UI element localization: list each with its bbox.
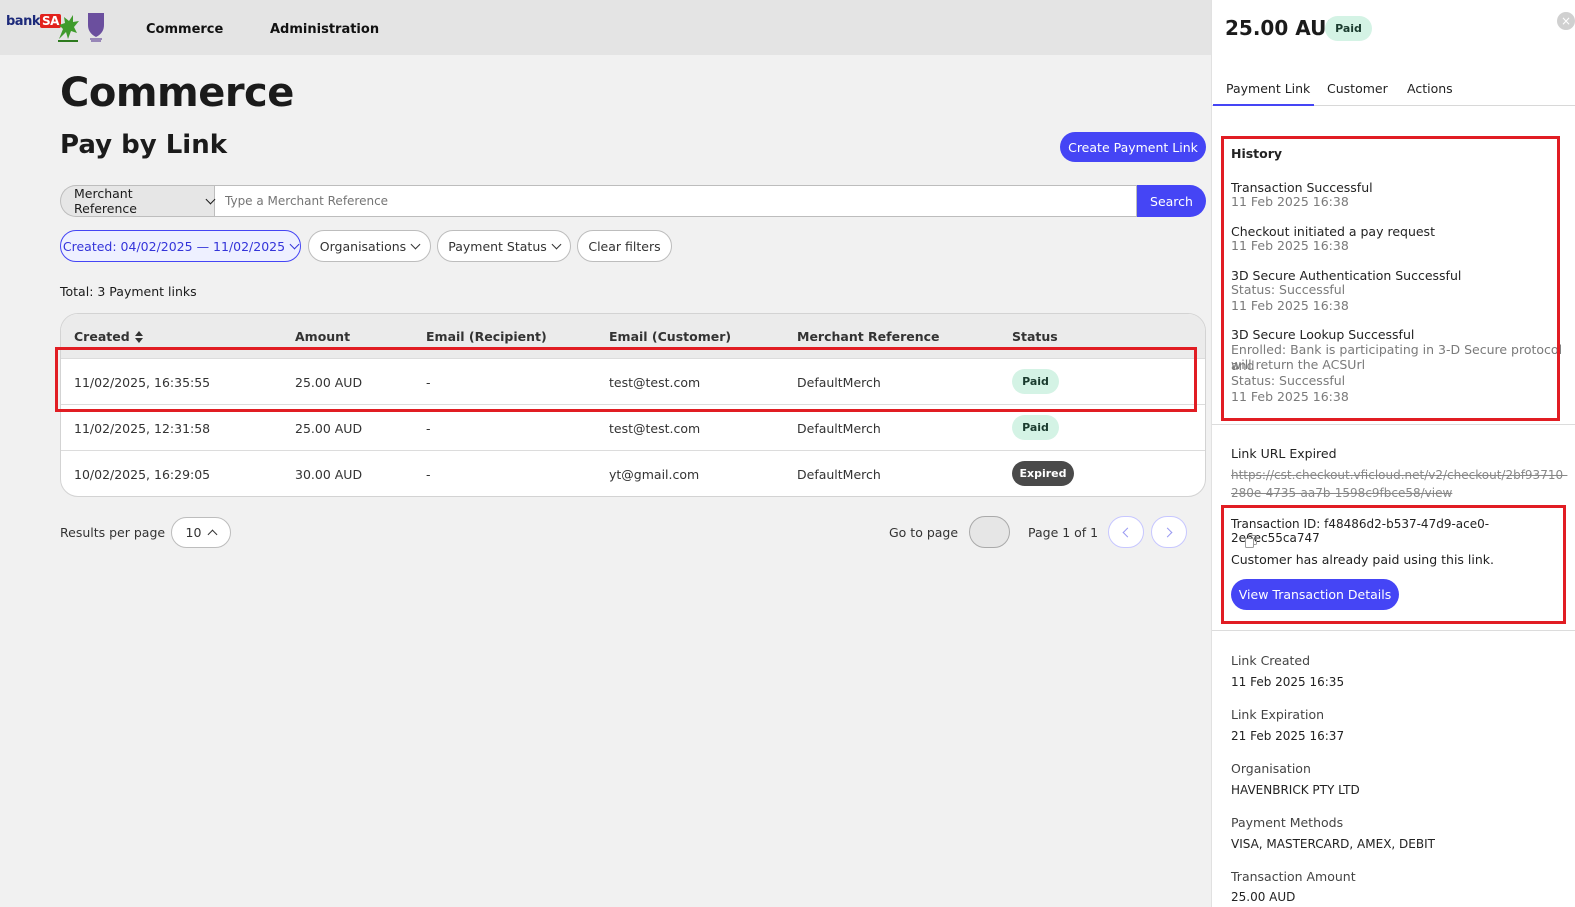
transaction-amount-label: Transaction Amount (1231, 869, 1356, 884)
divider (1212, 630, 1575, 631)
active-tab-indicator (1213, 104, 1314, 106)
previous-page-button[interactable] (1108, 516, 1144, 548)
column-header-status: Status (1012, 329, 1058, 344)
column-header-merchant-reference: Merchant Reference (797, 329, 940, 344)
banksa-logo[interactable]: bank SA (6, 14, 61, 29)
cell-merchant-reference: DefaultMerch (797, 421, 881, 436)
link-url-line-2[interactable]: 280e-4735-aa7b-1598c9fbce58/view (1231, 484, 1561, 502)
table-row[interactable]: 10/02/2025, 16:29:05 30.00 AUD - yt@gmai… (61, 450, 1205, 496)
tab-customer[interactable]: Customer (1327, 81, 1388, 96)
link-expiration-label: Link Expiration (1231, 707, 1325, 722)
results-per-page-label: Results per page (60, 525, 166, 540)
clear-filters-button[interactable]: Clear filters (577, 230, 672, 262)
status-badge: Paid (1012, 415, 1059, 440)
cell-amount: 30.00 AUD (295, 467, 363, 482)
divider (1212, 424, 1575, 425)
panel-status-badge: Paid (1325, 16, 1372, 41)
column-header-email-customer: Email (Customer) (609, 329, 732, 344)
payment-methods-label: Payment Methods (1231, 815, 1344, 830)
cell-merchant-reference: DefaultMerch (797, 467, 881, 482)
chevron-left-icon (1122, 527, 1133, 537)
search-field-label: Merchant Reference (74, 186, 137, 216)
search-field-select[interactable]: Merchant Reference (60, 185, 216, 217)
total-count: Total: 3 Payment links (60, 284, 197, 299)
bank-of-melbourne-logo[interactable] (86, 11, 106, 43)
cell-amount: 25.00 AUD (295, 421, 363, 436)
results-per-page-value: 10 (185, 525, 202, 540)
organisation-label: Organisation (1231, 761, 1311, 776)
highlight-box-transaction (1221, 505, 1566, 624)
search-input[interactable] (214, 185, 1137, 217)
payment-status-filter-label: Payment Status (448, 238, 547, 254)
chevron-down-icon (410, 239, 421, 249)
search-button[interactable]: Search (1137, 185, 1206, 217)
chevron-right-icon (1162, 527, 1173, 537)
link-expired-title: Link URL Expired (1231, 446, 1337, 461)
top-nav: bank SA Commerce Administration (0, 0, 1211, 55)
column-header-email-recipient: Email (Recipient) (426, 329, 547, 344)
column-header-created[interactable]: Created (74, 329, 143, 344)
go-to-page-input[interactable] (969, 516, 1010, 548)
link-created-value: 11 Feb 2025 16:35 (1231, 675, 1345, 689)
organisations-filter[interactable]: Organisations (308, 230, 431, 262)
status-badge: Expired (1012, 461, 1074, 486)
cell-email-recipient: - (426, 467, 431, 482)
nav-administration[interactable]: Administration (270, 22, 379, 37)
organisation-value: HAVENBRICK PTY LTD (1231, 783, 1360, 797)
page-info: Page 1 of 1 (1028, 525, 1099, 540)
chevron-up-icon (208, 529, 218, 539)
link-expiration-value: 21 Feb 2025 16:37 (1231, 729, 1345, 743)
section-title: Pay by Link (60, 130, 227, 160)
cell-email-customer: yt@gmail.com (609, 467, 700, 482)
next-page-button[interactable] (1151, 516, 1187, 548)
highlight-box-history (1221, 136, 1560, 421)
close-icon[interactable]: × (1557, 12, 1575, 30)
column-header-amount: Amount (295, 329, 351, 344)
results-per-page-select[interactable]: 10 (171, 517, 231, 548)
link-created-label: Link Created (1231, 653, 1311, 668)
cell-created: 11/02/2025, 12:31:58 (74, 421, 211, 436)
create-payment-link-button[interactable]: Create Payment Link (1060, 132, 1206, 162)
transaction-amount-value: 25.00 AUD (1231, 890, 1296, 904)
cell-email-customer: test@test.com (609, 421, 701, 436)
highlight-box-selected-row (55, 347, 1197, 412)
column-header-created-label: Created (74, 329, 130, 344)
st-george-dragon-logo[interactable] (55, 11, 81, 43)
go-to-page-label: Go to page (889, 525, 959, 540)
search-bar: Merchant Reference Search (60, 185, 1206, 217)
payment-status-filter[interactable]: Payment Status (437, 230, 571, 262)
payment-methods-value: VISA, MASTERCARD, AMEX, DEBIT (1231, 837, 1435, 851)
organisations-filter-label: Organisations (319, 238, 407, 254)
cell-email-recipient: - (426, 421, 431, 436)
cell-created: 10/02/2025, 16:29:05 (74, 467, 211, 482)
tab-payment-link[interactable]: Payment Link (1226, 81, 1310, 96)
tab-actions[interactable]: Actions (1407, 81, 1453, 96)
page-title: Commerce (60, 70, 294, 116)
created-date-filter-label: Created: 04/02/2025 — 11/02/2025 (62, 238, 286, 254)
sort-icon[interactable] (134, 331, 143, 343)
logo-bank-text: bank (6, 14, 40, 29)
link-url-line-1[interactable]: https://cst.checkout.vficloud.net/v2/che… (1231, 466, 1567, 484)
panel-tabs: Payment Link Customer Actions (1212, 78, 1575, 106)
created-date-filter[interactable]: Created: 04/02/2025 — 11/02/2025 (60, 230, 301, 262)
chevron-down-icon (551, 239, 562, 249)
nav-commerce[interactable]: Commerce (146, 22, 223, 37)
chevron-down-icon (289, 239, 300, 249)
